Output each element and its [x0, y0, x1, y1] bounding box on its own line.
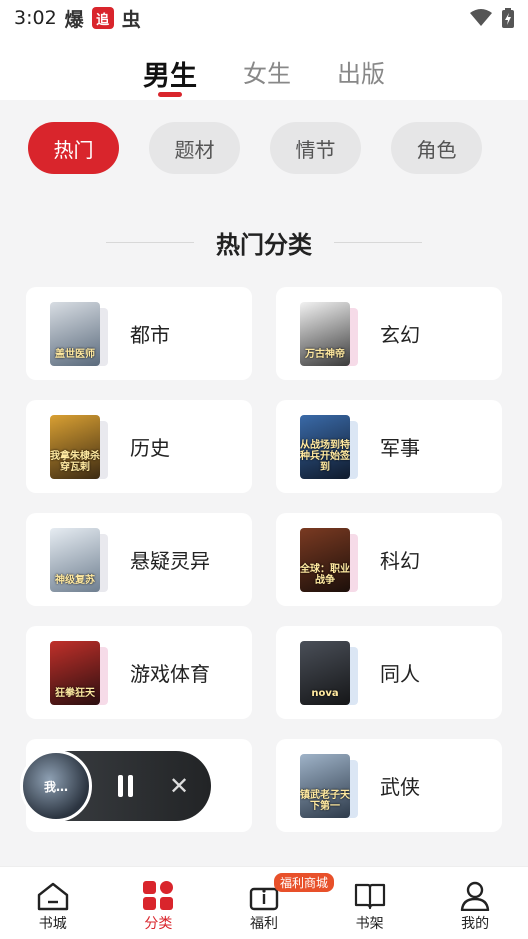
battery-icon — [502, 8, 514, 28]
category-name: 玄幻 — [380, 323, 420, 347]
book-cover: 盖世医师 — [50, 301, 108, 366]
category-card[interactable]: 万古神帝 玄幻 — [276, 287, 502, 380]
tab-publish[interactable]: 出版 — [337, 54, 385, 89]
book-cover: 镇武老子天下第一 — [300, 753, 358, 818]
divider — [334, 241, 422, 243]
cover-title: 镇武老子天下第一 — [300, 789, 350, 812]
nav-label: 分类 — [144, 916, 173, 932]
cover-image: 全球：职业战争 — [300, 527, 350, 592]
close-icon[interactable]: ✕ — [169, 772, 189, 800]
chip-theme[interactable]: 题材 — [149, 122, 240, 174]
player-cover[interactable]: 我… — [20, 750, 92, 822]
cover-title: 我拿朱棣杀穿瓦剌 — [50, 450, 100, 473]
book-cover: 我拿朱棣杀穿瓦剌 — [50, 414, 108, 479]
category-name: 历史 — [130, 436, 170, 460]
gender-tabs: 男生 女生 出版 — [0, 36, 528, 100]
bottom-nav: 书城 分类 福利商城 福利 书架 我的 — [0, 866, 528, 939]
category-name: 游戏体育 — [130, 662, 210, 686]
nav-category[interactable]: 分类 — [118, 881, 198, 933]
cover-image: 我拿朱棣杀穿瓦剌 — [50, 414, 100, 479]
audio-mini-player[interactable]: 我… ✕ — [20, 750, 211, 822]
cover-title: 神级复苏 — [55, 574, 95, 586]
cover-image: 盖世医师 — [50, 301, 100, 366]
app-notification-icon: 追 — [91, 7, 114, 29]
pause-icon[interactable] — [118, 775, 133, 797]
category-name: 同人 — [380, 662, 420, 686]
book-cover: 从战场到特种兵开始签到 — [300, 414, 358, 479]
category-name: 军事 — [380, 436, 420, 460]
chip-hot[interactable]: 热门 — [28, 122, 119, 174]
nav-bookshelf[interactable]: 书架 — [330, 881, 410, 933]
cover-title: 从战场到特种兵开始签到 — [300, 439, 350, 473]
nav-label: 福利 — [249, 916, 278, 932]
nav-profile[interactable]: 我的 — [435, 881, 515, 933]
cover-image: 从战场到特种兵开始签到 — [300, 414, 350, 479]
nav-bookstore[interactable]: 书城 — [13, 881, 93, 933]
app-notification-icon: 爆 — [64, 8, 84, 31]
cover-image: 狂拳狂天 — [50, 640, 100, 705]
book-cover: 全球：职业战争 — [300, 527, 358, 592]
tab-female[interactable]: 女生 — [243, 54, 291, 89]
category-card[interactable]: 我拿朱棣杀穿瓦剌 历史 — [26, 400, 252, 493]
cover-title: 万古神帝 — [305, 348, 345, 360]
status-time: 3:02 — [14, 7, 57, 29]
divider — [106, 241, 194, 243]
nav-label: 书架 — [355, 916, 384, 932]
category-card[interactable]: 全球：职业战争 科幻 — [276, 513, 502, 606]
category-card[interactable]: 狂拳狂天 游戏体育 — [26, 626, 252, 719]
cover-title: 全球：职业战争 — [300, 563, 350, 586]
category-card[interactable]: nova 同人 — [276, 626, 502, 719]
wifi-icon — [470, 9, 492, 26]
status-right — [470, 8, 514, 28]
section-title: 热门分类 — [216, 230, 312, 259]
category-card[interactable]: 神级复苏 悬疑灵异 — [26, 513, 252, 606]
nav-label: 书城 — [38, 916, 67, 932]
status-bar: 3:02 爆 追 虫 — [0, 0, 528, 36]
tab-male[interactable]: 男生 — [143, 54, 197, 93]
category-card[interactable]: 盖世医师 都市 — [26, 287, 252, 380]
filter-chips: 热门 题材 情节 角色 — [28, 122, 482, 174]
book-cover: 狂拳狂天 — [50, 640, 108, 705]
cover-image: 万古神帝 — [300, 301, 350, 366]
book-cover: 万古神帝 — [300, 301, 358, 366]
app-notification-icon: 虫 — [121, 8, 141, 31]
chip-plot[interactable]: 情节 — [270, 122, 361, 174]
category-name: 悬疑灵异 — [130, 549, 210, 573]
category-card[interactable]: 从战场到特种兵开始签到 军事 — [276, 400, 502, 493]
book-icon — [354, 883, 385, 910]
user-icon — [460, 881, 490, 911]
home-icon — [37, 882, 68, 911]
category-name: 武侠 — [380, 775, 420, 799]
chip-role[interactable]: 角色 — [391, 122, 482, 174]
cover-title: 盖世医师 — [55, 348, 95, 360]
cover-image: 神级复苏 — [50, 527, 100, 592]
category-name: 都市 — [130, 323, 170, 347]
status-app-icons: 爆 追 虫 — [65, 5, 141, 32]
category-card[interactable]: 镇武老子天下第一 武侠 — [276, 739, 502, 832]
nav-welfare[interactable]: 福利商城 福利 — [224, 873, 334, 933]
cover-image: nova — [300, 640, 350, 705]
section-header: 热门分类 — [0, 222, 528, 262]
category-icon — [143, 881, 174, 910]
cover-image: 镇武老子天下第一 — [300, 753, 350, 818]
cover-title: 狂拳狂天 — [55, 687, 95, 699]
category-name: 科幻 — [380, 549, 420, 573]
welfare-shop-badge[interactable]: 福利商城 — [273, 873, 334, 892]
nav-label: 我的 — [461, 916, 490, 932]
cover-title: nova — [311, 687, 339, 699]
book-cover: nova — [300, 640, 358, 705]
book-cover: 神级复苏 — [50, 527, 108, 592]
